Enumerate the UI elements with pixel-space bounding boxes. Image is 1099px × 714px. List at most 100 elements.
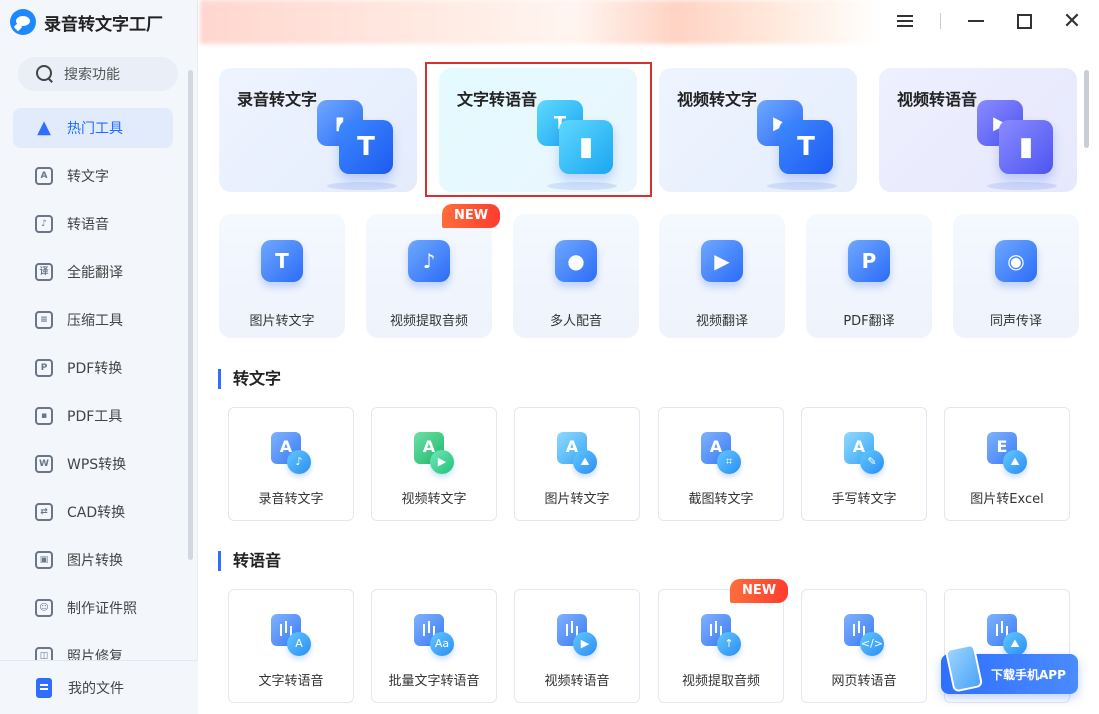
tool-card-0[interactable]: T 图片转文字 xyxy=(219,214,345,338)
sidebar-item-10[interactable]: ☺ 制作证件照 xyxy=(13,588,173,628)
to_text-feature-icon: E ⛰ xyxy=(987,432,1031,476)
feature-label: 视频转文字 xyxy=(401,492,467,507)
badge-circle: ▶ xyxy=(430,450,454,474)
sidebar-item-6[interactable]: ▪ PDF工具 xyxy=(13,396,173,436)
to_text-card-5[interactable]: E ⛰ 图片转Excel xyxy=(944,407,1070,521)
translate-icon: 译 xyxy=(35,263,53,281)
section-title-to-text: 转文字 xyxy=(218,369,281,389)
tool-card-4[interactable]: P PDF翻译 xyxy=(806,214,932,338)
to_text-card-1[interactable]: A ▶ 视频转文字 xyxy=(371,407,497,521)
maximize-button[interactable] xyxy=(1011,8,1037,34)
sidebar: 录音转文字工厂 搜索功能 ▲ 热门工具 A 转文字 ♪ 转语音译全能翻译 ≡ 压缩工具 P PDF… xyxy=(0,0,198,714)
to_voice-card-1[interactable]: Aa 批量文字转语音 xyxy=(371,589,497,703)
to_text-feature-icon: A ♪ xyxy=(271,432,315,476)
compress-icon: ≡ xyxy=(35,311,53,329)
tool-label: 多人配音 xyxy=(549,314,602,329)
people-icon: ● xyxy=(551,236,601,286)
to-text-icon: A xyxy=(35,167,53,185)
sidebar-item-5[interactable]: P PDF转换 xyxy=(13,348,173,388)
hero-illustration-icon: ▶▮ xyxy=(977,100,1057,190)
fire-icon: ▲ xyxy=(37,117,51,138)
tool-card-1[interactable]: ♪ 视频提取音频 xyxy=(366,214,492,338)
to_text-card-3[interactable]: A ⌗ 截图转文字 xyxy=(658,407,784,521)
sidebar-item-label: 压缩工具 xyxy=(67,313,123,329)
to_text-card-4[interactable]: A ✎ 手写转文字 xyxy=(801,407,927,521)
minimize-button[interactable] xyxy=(963,8,989,34)
app-title-bar: 录音转文字工厂 xyxy=(10,8,163,36)
hero-title: 视频转文字 xyxy=(677,90,758,109)
hero-card-0[interactable]: 录音转文字▮T xyxy=(219,68,417,192)
search-button[interactable]: 搜索功能 xyxy=(18,57,178,91)
sidebar-item-label: 全能翻译 xyxy=(67,265,123,281)
head-voice-icon: ◉ xyxy=(991,236,1041,286)
sidebar-scrollbar[interactable] xyxy=(188,70,193,560)
tool-card-3[interactable]: ▶ 视频翻译 xyxy=(659,214,785,338)
tool-card-5[interactable]: ◉ 同声传译 xyxy=(953,214,1079,338)
pdf-convert-icon: P xyxy=(35,359,53,377)
new-badge: NEW xyxy=(730,579,789,603)
feature-label: 批量文字转语音 xyxy=(388,674,480,689)
to_text-card-0[interactable]: A ♪ 录音转文字 xyxy=(228,407,354,521)
file-icon xyxy=(36,677,52,698)
menu-button[interactable] xyxy=(892,8,918,34)
sidebar-item-9[interactable]: ▣ 图片转换 xyxy=(13,540,173,580)
hero-title: 视频转语音 xyxy=(897,90,978,109)
new-badge: NEW xyxy=(442,204,501,228)
sidebar-item-0[interactable]: ▲ 热门工具 xyxy=(13,108,173,148)
to_voice-feature-icon: ↑ xyxy=(701,614,745,658)
controls-divider xyxy=(940,13,941,29)
hero-shadow xyxy=(767,182,837,190)
sidebar-item-8[interactable]: ⇄ CAD转换 xyxy=(13,492,173,532)
sidebar-item-label: 热门工具 xyxy=(67,121,123,137)
hero-front-tile: T xyxy=(339,120,393,174)
tool-card-2[interactable]: ● 多人配音 xyxy=(513,214,639,338)
sidebar-item-4[interactable]: ≡ 压缩工具 xyxy=(13,300,173,340)
badge-circle: ⌗ xyxy=(717,450,741,474)
hero-card-2[interactable]: 视频转文字▶T xyxy=(659,68,857,192)
badge-circle: Aa xyxy=(430,632,454,656)
sidebar-nav: ▲ 热门工具 A 转文字 ♪ 转语音译全能翻译 ≡ 压缩工具 P PDF转换 ▪ PDF工具 W WPS转… xyxy=(13,108,173,684)
hero-illustration-icon: T▮ xyxy=(537,100,617,190)
to_voice-card-4[interactable]: </> 网页转语音 xyxy=(801,589,927,703)
to_voice-card-3[interactable]: ↑ 视频提取音频 xyxy=(658,589,784,703)
feature-label: 网页转语音 xyxy=(831,674,897,689)
hero-card-3[interactable]: 视频转语音▶▮ xyxy=(879,68,1077,192)
hero-front-tile: T xyxy=(779,120,833,174)
to_voice-feature-icon: ⛰ xyxy=(987,614,1031,658)
hero-shadow xyxy=(327,182,397,190)
sidebar-item-2[interactable]: ♪ 转语音 xyxy=(13,204,173,244)
to_voice-card-0[interactable]: A 文字转语音 xyxy=(228,589,354,703)
badge-circle: ▶ xyxy=(573,632,597,656)
music-note-icon: ♪ xyxy=(404,236,454,286)
feature-label: 截图转文字 xyxy=(688,492,754,507)
feature-label: 手写转文字 xyxy=(831,492,897,507)
tool-label: 视频翻译 xyxy=(695,314,748,329)
download-app-button[interactable]: 下载手机APP xyxy=(941,643,1078,694)
feature-label: 图片转文字 xyxy=(544,492,610,507)
close-button[interactable]: ✕ xyxy=(1059,8,1085,34)
sidebar-item-7[interactable]: W WPS转换 xyxy=(13,444,173,484)
maximize-icon xyxy=(1016,13,1032,29)
sidebar-item-label: 制作证件照 xyxy=(67,601,137,617)
to_text-feature-icon: A ⌗ xyxy=(701,432,745,476)
feature-label: 文字转语音 xyxy=(258,674,324,689)
to_voice-card-2[interactable]: ▶ 视频转语音 xyxy=(514,589,640,703)
to_voice-feature-icon: Aa xyxy=(414,614,458,658)
tool-label: 图片转文字 xyxy=(249,314,315,329)
to_voice-feature-icon: ▶ xyxy=(557,614,601,658)
download-app-label: 下载手机APP xyxy=(991,667,1066,682)
image-convert-icon: ▣ xyxy=(35,551,53,569)
sidebar-item-3[interactable]: 译全能翻译 xyxy=(13,252,173,292)
sidebar-item-1[interactable]: A 转文字 xyxy=(13,156,173,196)
close-icon: ✕ xyxy=(1062,8,1082,34)
main-scrollbar[interactable] xyxy=(1084,70,1089,148)
ad-banner[interactable] xyxy=(200,0,880,44)
hero-card-1[interactable]: 文字转语音T▮ xyxy=(439,68,637,192)
badge-circle: ↑ xyxy=(717,632,741,656)
window-controls: ✕ xyxy=(892,8,1085,34)
tool-label: PDF翻译 xyxy=(843,314,895,329)
my-files-button[interactable]: 我的文件 xyxy=(0,660,198,714)
to_text-card-2[interactable]: A ⛰ 图片转文字 xyxy=(514,407,640,521)
hero-shadow xyxy=(987,182,1057,190)
sidebar-item-label: 转语音 xyxy=(67,217,109,233)
